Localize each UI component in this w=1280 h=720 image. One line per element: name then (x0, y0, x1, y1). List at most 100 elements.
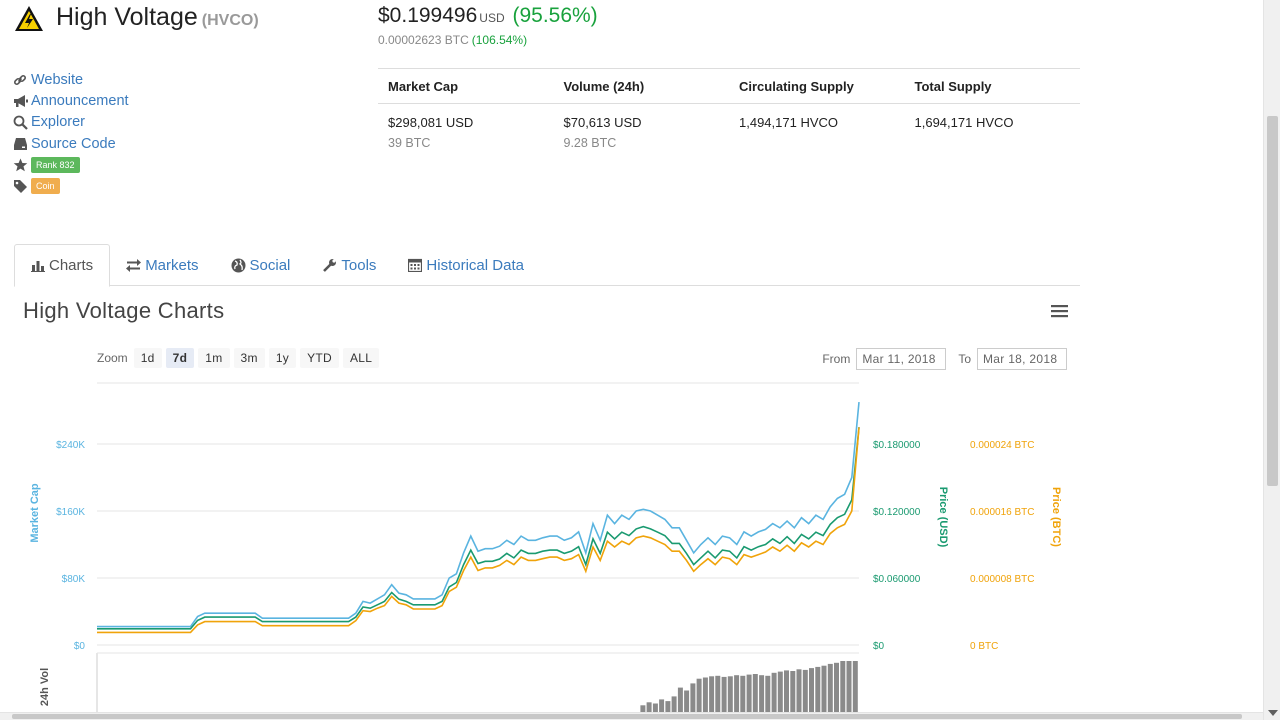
tab-tools-label: Tools (341, 256, 377, 274)
website-link[interactable]: Website (31, 72, 83, 88)
zoom-all-button[interactable]: ALL (343, 348, 380, 368)
zoom-controls: Zoom 1d 7d 1m 3m 1y YTD ALL (97, 348, 383, 368)
volume-header: Volume (24h) (563, 78, 645, 94)
to-date-input[interactable] (977, 348, 1067, 370)
search-icon (13, 115, 31, 130)
scroll-down-arrow-icon[interactable] (1268, 710, 1278, 716)
market-cap-tick-label: $160K (56, 507, 85, 518)
horizontal-scrollbar-thumb[interactable] (12, 714, 1242, 719)
exchange-icon (126, 258, 142, 272)
price-btc-change: (106.54%) (471, 33, 528, 47)
price-btc-tick-label: 0.000024 BTC (970, 440, 1035, 451)
high-voltage-logo-icon (15, 6, 43, 31)
to-label: To (958, 352, 971, 366)
chart-menu-icon[interactable] (1051, 304, 1068, 318)
tag-row: Coin (13, 175, 129, 196)
circulating-supply-header: Circulating Supply (739, 78, 854, 94)
market-cap-cell: $298,081 USD 39 BTC (378, 115, 554, 150)
price-btc-series-line (97, 427, 860, 634)
market-cap-btc: 39 BTC (388, 136, 431, 150)
globe-icon (231, 258, 246, 273)
rank-row: Rank 832 (13, 154, 129, 175)
coin-tabs: Charts Markets Social Tools Historical D… (14, 244, 1080, 287)
vertical-scrollbar-thumb[interactable] (1267, 116, 1278, 486)
price-btc-tick-label: 0.000016 BTC (970, 507, 1035, 518)
zoom-7d-button[interactable]: 7d (165, 348, 195, 368)
circulating-supply-value: 1,494,171 HVCO (739, 115, 839, 130)
coin-stats-table: Market Cap Volume (24h) Circulating Supp… (378, 68, 1080, 150)
market-cap-usd: $298,081 USD (388, 115, 474, 130)
coin-symbol: (HVCO) (201, 12, 259, 29)
star-icon (13, 158, 31, 172)
volume-usd: $70,613 USD (563, 115, 642, 130)
bar-chart-icon (31, 259, 45, 272)
zoom-1m-button[interactable]: 1m (198, 348, 230, 368)
volume-axis-title: 24h Vol (39, 668, 51, 706)
tab-tools[interactable]: Tools (306, 244, 392, 286)
tab-markets[interactable]: Markets (110, 244, 214, 286)
coin-tag-badge: Coin (31, 178, 60, 195)
price-change: (95.56%) (512, 4, 598, 27)
price-usd-tick-label: $0.180000 (873, 440, 921, 451)
bullhorn-icon (13, 94, 31, 108)
tab-markets-label: Markets (145, 256, 199, 274)
zoom-1y-button[interactable]: 1y (268, 348, 297, 368)
rank-badge: Rank 832 (31, 156, 80, 173)
calendar-icon (408, 258, 423, 272)
stats-header-row: Market Cap Volume (24h) Circulating Supp… (378, 69, 1080, 104)
market-cap-axis-title: Market Cap (29, 483, 41, 543)
market-cap-header: Market Cap (388, 78, 459, 94)
price-usd-axis-title: Price (USD) (937, 487, 949, 548)
market-cap-tick-label: $0 (74, 641, 86, 652)
volume-cell: $70,613 USD 9.28 BTC (554, 115, 730, 150)
price-usd-tick-label: $0.060000 (873, 574, 921, 585)
total-supply-header: Total Supply (914, 78, 992, 94)
price-usd-tick-label: $0 (873, 641, 885, 652)
link-icon (13, 73, 31, 87)
website-link-row[interactable]: Website (13, 69, 129, 90)
zoom-label: Zoom (97, 351, 128, 365)
wrench-icon (322, 258, 337, 273)
vertical-scrollbar[interactable] (1263, 0, 1280, 720)
market-cap-tick-label: $80K (62, 574, 86, 585)
zoom-1d-button[interactable]: 1d (133, 348, 162, 368)
market-cap-tick-label: $240K (56, 440, 85, 451)
horizontal-scrollbar[interactable] (0, 712, 1263, 720)
coin-links: Website Announcement Explorer Source Cod… (13, 69, 129, 197)
price-usd-value: $0.199496 (378, 4, 478, 27)
total-supply-value: 1,694,171 HVCO (914, 115, 1014, 130)
chart-title: High Voltage Charts (23, 298, 225, 323)
tab-social[interactable]: Social (215, 244, 307, 286)
tab-historical-data[interactable]: Historical Data (392, 244, 540, 286)
date-range: From To (814, 348, 1071, 370)
tab-historical-data-label: Historical Data (426, 256, 524, 274)
zoom-3m-button[interactable]: 3m (233, 348, 265, 368)
explorer-link[interactable]: Explorer (31, 114, 85, 130)
price-btc-axis-title: Price (BTC) (1050, 487, 1062, 547)
tab-charts-label: Charts (49, 257, 94, 274)
coin-name: High Voltage (56, 3, 198, 31)
price-usd-tick-label: $0.120000 (873, 507, 921, 518)
volume-btc: 9.28 BTC (563, 136, 617, 150)
zoom-ytd-button[interactable]: YTD (300, 348, 339, 368)
coin-title: High Voltage (HVCO) (56, 3, 259, 32)
tab-charts[interactable]: Charts (14, 244, 111, 287)
price-btc-tick-label: 0.000008 BTC (970, 574, 1035, 585)
source-code-link[interactable]: Source Code (31, 136, 116, 152)
hdd-icon (13, 137, 31, 151)
price-btc: 0.00002623 BTC (106.54%) (378, 33, 527, 47)
price-usd: $0.199496 USD (95.56%) (378, 4, 598, 28)
price-btc-tick-label: 0 BTC (970, 641, 998, 652)
price-chart[interactable]: $0 $0 0 BTC $80K $0.060000 0.000008 BTC $160K $… (0, 375, 1080, 720)
total-supply-cell: 1,694,171 HVCO (905, 115, 1081, 150)
explorer-link-row[interactable]: Explorer (13, 112, 129, 133)
circulating-supply-cell: 1,494,171 HVCO (729, 115, 905, 150)
announcement-link-row[interactable]: Announcement (13, 90, 129, 111)
from-label: From (822, 352, 851, 366)
tab-social-label: Social (249, 256, 291, 274)
announcement-link[interactable]: Announcement (31, 93, 129, 109)
price-btc-value: 0.00002623 BTC (378, 33, 469, 47)
source-code-link-row[interactable]: Source Code (13, 133, 129, 154)
from-date-input[interactable] (856, 348, 947, 370)
market-cap-series-line (97, 402, 860, 628)
